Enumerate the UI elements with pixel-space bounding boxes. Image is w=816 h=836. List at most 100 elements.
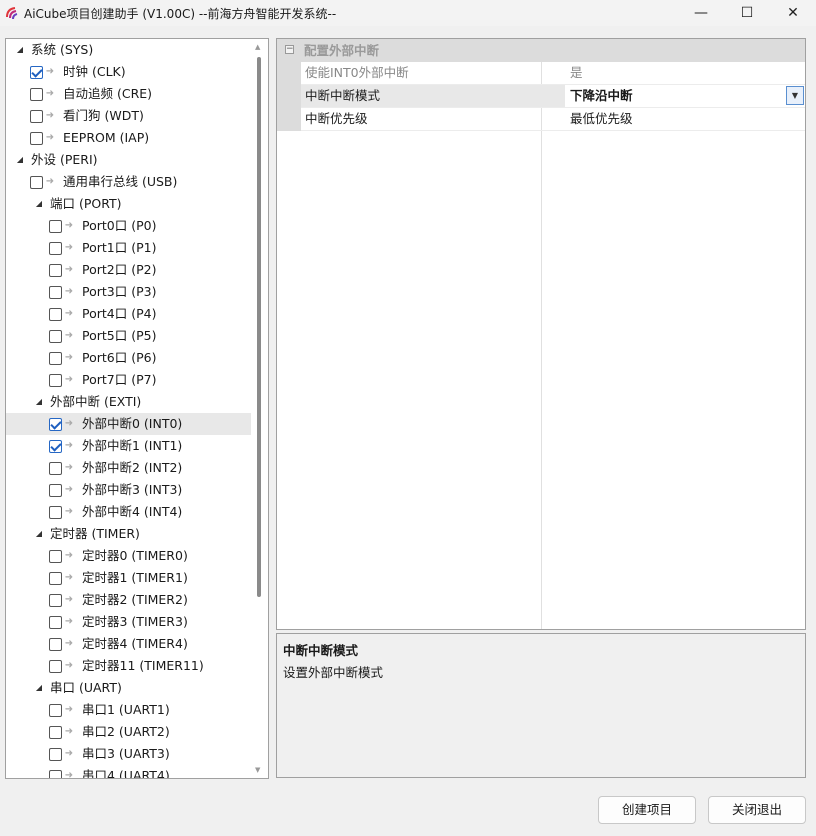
- tree-item-checkbox[interactable]: [49, 308, 62, 321]
- arrow-right-icon: ➜: [64, 352, 74, 363]
- tree-item-checkbox[interactable]: [49, 550, 62, 563]
- tree-item[interactable]: ➜ 串口4 (UART4): [6, 765, 252, 778]
- tree-group[interactable]: ◢ 系统 (SYS): [6, 39, 252, 61]
- tree-item-checkbox[interactable]: [49, 660, 62, 673]
- peripheral-tree[interactable]: ◢ 系统 (SYS) ➜ 时钟 (CLK) ➜ 自动追频 (CRE) ➜ 看门狗 (WDT) ➜…: [5, 38, 269, 779]
- tree-item-checkbox[interactable]: [49, 242, 62, 255]
- tree-item[interactable]: ➜ 外部中断3 (INT3): [6, 479, 252, 501]
- tree-item-checkbox[interactable]: [49, 330, 62, 343]
- tree-item-checkbox[interactable]: [30, 88, 43, 101]
- tree-item-checkbox[interactable]: [49, 462, 62, 475]
- tree-item-checkbox[interactable]: [30, 132, 43, 145]
- tree-group[interactable]: ◢ 外部中断 (EXTI): [6, 391, 252, 413]
- tree-item[interactable]: ➜ 串口3 (UART3): [6, 743, 252, 765]
- expand-toggle-icon[interactable]: ◢: [34, 523, 44, 545]
- tree-item-checkbox[interactable]: [49, 418, 62, 431]
- property-row-priority[interactable]: 中断优先级 最低优先级: [301, 108, 805, 131]
- tree-item[interactable]: ➜ 定时器3 (TIMER3): [6, 611, 252, 633]
- tree-item[interactable]: ➜ 外部中断4 (INT4): [6, 501, 252, 523]
- scroll-up-icon[interactable]: ▲: [255, 43, 260, 51]
- tree-item-checkbox[interactable]: [49, 264, 62, 277]
- tree-item-checkbox[interactable]: [49, 572, 62, 585]
- property-row-enable-int0[interactable]: 使能INT0外部中断 是: [301, 62, 805, 85]
- arrow-right-icon: ➜: [64, 638, 74, 649]
- tree-item[interactable]: ➜ Port4口 (P4): [6, 303, 252, 325]
- tree-scrollbar[interactable]: ▲ ▼: [251, 39, 268, 778]
- tree-item[interactable]: ➜ 定时器2 (TIMER2): [6, 589, 252, 611]
- tree-item-checkbox[interactable]: [30, 66, 43, 79]
- tree-item[interactable]: ➜ Port2口 (P2): [6, 259, 252, 281]
- tree-item[interactable]: ➜ 外部中断0 (INT0): [6, 413, 252, 435]
- tree-item-label: 定时器4 (TIMER4): [82, 636, 188, 651]
- tree-item-checkbox[interactable]: [49, 440, 62, 453]
- tree-item[interactable]: ➜ 自动追频 (CRE): [6, 83, 252, 105]
- tree-item[interactable]: ➜ 外部中断2 (INT2): [6, 457, 252, 479]
- property-name: 使能INT0外部中断: [305, 65, 409, 80]
- tree-item[interactable]: ➜ Port7口 (P7): [6, 369, 252, 391]
- scrollbar-thumb[interactable]: [257, 57, 261, 597]
- minimize-button[interactable]: —: [678, 0, 724, 26]
- column-divider[interactable]: [541, 62, 542, 629]
- tree-item-checkbox[interactable]: [49, 638, 62, 651]
- expand-toggle-icon[interactable]: ◢: [34, 391, 44, 413]
- arrow-right-icon: ➜: [64, 726, 74, 737]
- tree-item-checkbox[interactable]: [49, 616, 62, 629]
- tree-item[interactable]: ➜ EEPROM (IAP): [6, 127, 252, 149]
- expand-toggle-icon[interactable]: ◢: [34, 193, 44, 215]
- tree-item[interactable]: ➜ Port1口 (P1): [6, 237, 252, 259]
- tree-item-checkbox[interactable]: [30, 110, 43, 123]
- tree-item-label: 串口3 (UART3): [82, 746, 170, 761]
- tree-item[interactable]: ➜ 定时器4 (TIMER4): [6, 633, 252, 655]
- property-value[interactable]: 是: [570, 62, 583, 84]
- tree-item[interactable]: ➜ 串口2 (UART2): [6, 721, 252, 743]
- expand-toggle-icon[interactable]: ◢: [15, 39, 25, 61]
- close-exit-button[interactable]: 关闭退出: [708, 796, 806, 824]
- tree-item-checkbox[interactable]: [49, 506, 62, 519]
- expand-toggle-icon[interactable]: ◢: [15, 149, 25, 171]
- tree-group[interactable]: ◢ 定时器 (TIMER): [6, 523, 252, 545]
- tree-item-checkbox[interactable]: [49, 594, 62, 607]
- maximize-button[interactable]: ☐: [724, 0, 770, 26]
- tree-item[interactable]: ➜ 串口1 (UART1): [6, 699, 252, 721]
- chevron-down-icon[interactable]: ▼: [786, 86, 804, 105]
- tree-item[interactable]: ➜ 时钟 (CLK): [6, 61, 252, 83]
- tree-item-checkbox[interactable]: [49, 220, 62, 233]
- tree-item-label: 通用串行总线 (USB): [63, 174, 178, 189]
- tree-item-checkbox[interactable]: [49, 484, 62, 497]
- tree-item[interactable]: ➜ 定时器1 (TIMER1): [6, 567, 252, 589]
- property-value[interactable]: 下降沿中断: [570, 85, 633, 107]
- tree-item[interactable]: ➜ Port0口 (P0): [6, 215, 252, 237]
- property-value[interactable]: 最低优先级: [570, 108, 633, 130]
- create-project-button[interactable]: 创建项目: [598, 796, 696, 824]
- tree-item-checkbox[interactable]: [49, 726, 62, 739]
- expand-toggle-icon[interactable]: ◢: [34, 677, 44, 699]
- tree-group[interactable]: ◢ 端口 (PORT): [6, 193, 252, 215]
- property-category[interactable]: − 配置外部中断: [277, 39, 805, 62]
- arrow-right-icon: ➜: [64, 440, 74, 451]
- close-button[interactable]: ✕: [770, 0, 816, 26]
- tree-item[interactable]: ➜ 定时器11 (TIMER11): [6, 655, 252, 677]
- category-label: 配置外部中断: [304, 43, 380, 58]
- tree-group[interactable]: ◢ 外设 (PERI): [6, 149, 252, 171]
- tree-item-checkbox[interactable]: [49, 286, 62, 299]
- tree-item-checkbox[interactable]: [49, 748, 62, 761]
- tree-item[interactable]: ➜ 通用串行总线 (USB): [6, 171, 252, 193]
- property-row-interrupt-mode[interactable]: 中断中断模式 下降沿中断 ▼: [301, 85, 805, 108]
- interrupt-mode-select[interactable]: 下降沿中断 ▼: [565, 85, 805, 107]
- tree-item[interactable]: ➜ 看门狗 (WDT): [6, 105, 252, 127]
- tree-group[interactable]: ◢ 串口 (UART): [6, 677, 252, 699]
- tree-item-checkbox[interactable]: [49, 374, 62, 387]
- tree-item[interactable]: ➜ 定时器0 (TIMER0): [6, 545, 252, 567]
- tree-item-checkbox[interactable]: [30, 176, 43, 189]
- tree-item-checkbox[interactable]: [49, 352, 62, 365]
- tree-item-checkbox[interactable]: [49, 770, 62, 778]
- tree-item[interactable]: ➜ Port5口 (P5): [6, 325, 252, 347]
- tree-item[interactable]: ➜ 外部中断1 (INT1): [6, 435, 252, 457]
- tree-item[interactable]: ➜ Port6口 (P6): [6, 347, 252, 369]
- arrow-right-icon: ➜: [64, 242, 74, 253]
- tree-item-checkbox[interactable]: [49, 704, 62, 717]
- scroll-down-icon[interactable]: ▼: [255, 766, 260, 774]
- tree-item[interactable]: ➜ Port3口 (P3): [6, 281, 252, 303]
- tree-group-label: 端口 (PORT): [50, 196, 122, 211]
- collapse-icon[interactable]: −: [285, 45, 294, 54]
